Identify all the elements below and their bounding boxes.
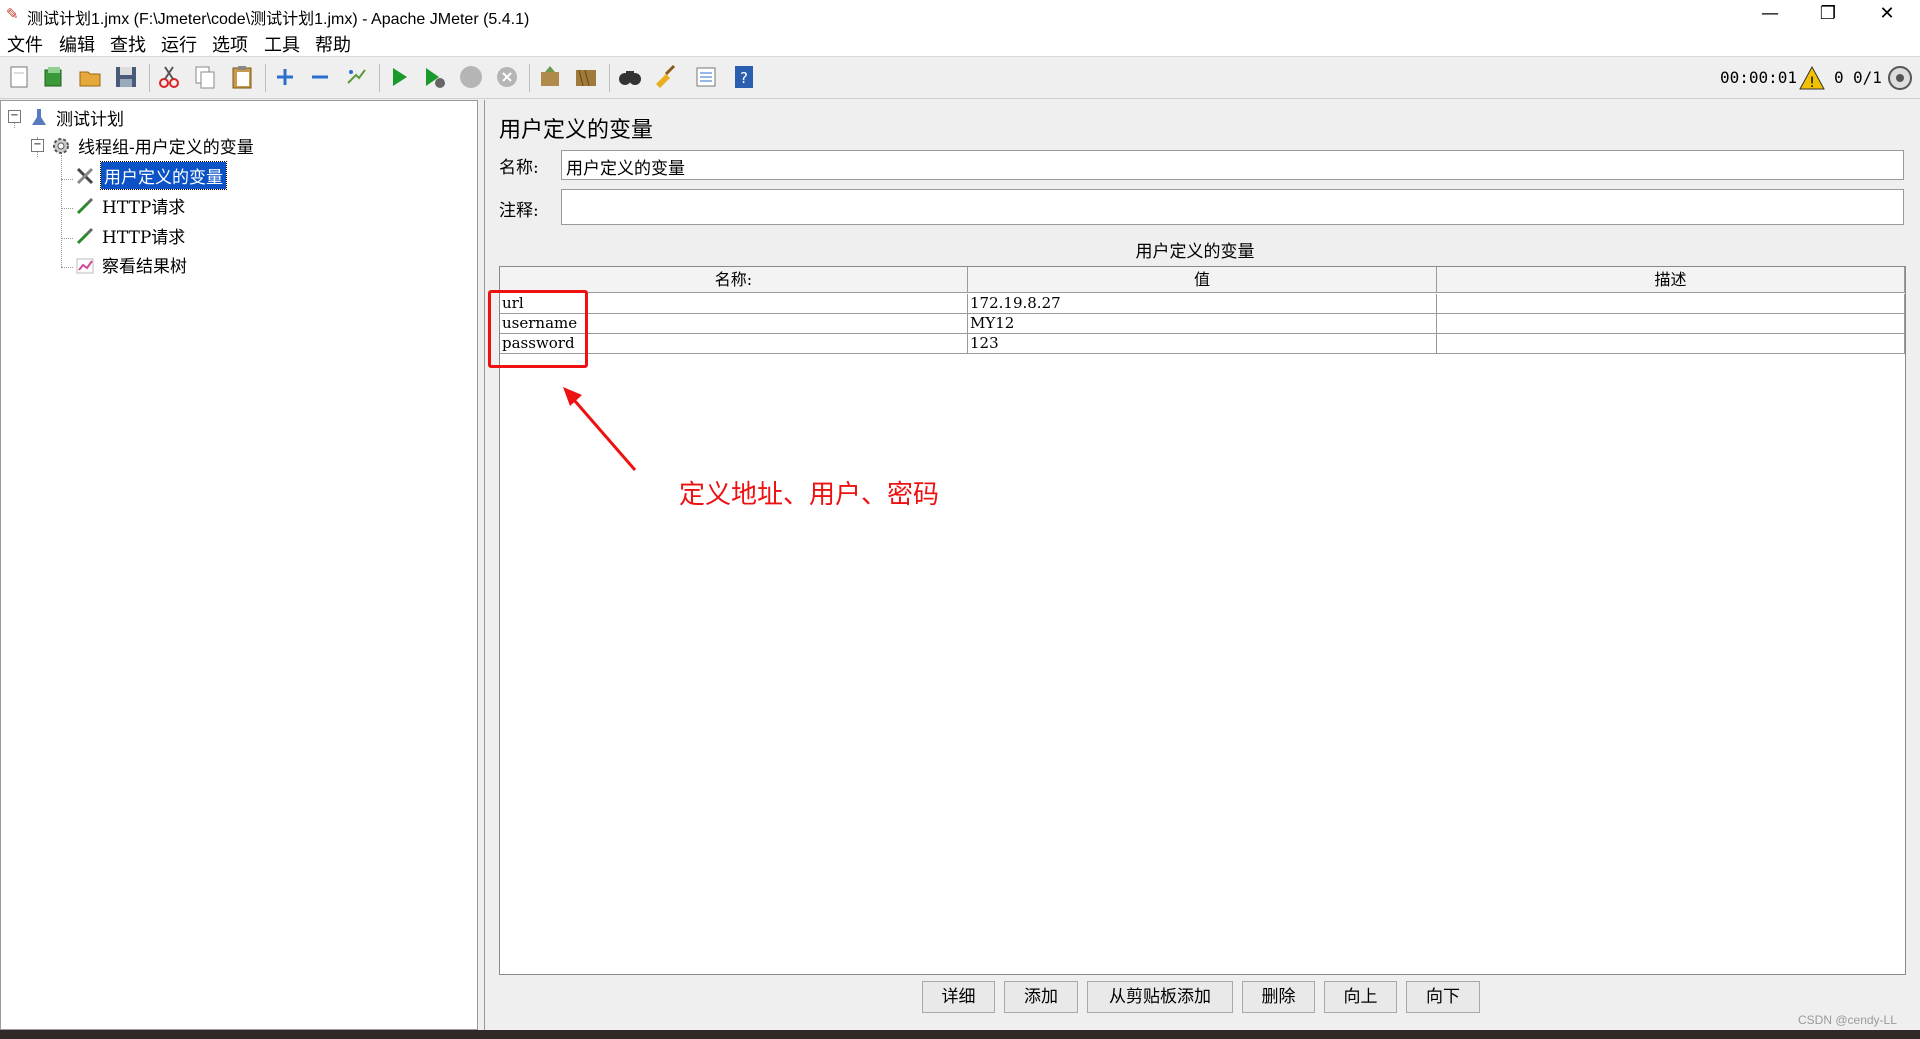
move-down-button[interactable]: 向下 bbox=[1406, 981, 1480, 1013]
variable-value-cell[interactable]: MY12 bbox=[968, 314, 1437, 333]
toolbar-separator bbox=[529, 64, 530, 92]
open-icon[interactable] bbox=[77, 64, 103, 90]
copy-icon[interactable] bbox=[192, 64, 218, 90]
toolbar: ? 00:00:01 ! 0 0/1 bbox=[0, 58, 1920, 99]
move-up-button[interactable]: 向上 bbox=[1324, 981, 1397, 1013]
annotation-highlight-box bbox=[488, 290, 588, 368]
annotation-arrow-icon bbox=[563, 387, 637, 471]
help-icon[interactable]: ? bbox=[731, 64, 757, 90]
collapse-icon[interactable] bbox=[307, 64, 333, 90]
search-icon[interactable] bbox=[617, 64, 643, 90]
variable-description-cell[interactable] bbox=[1437, 314, 1905, 333]
variable-value-cell[interactable]: 172.19.8.27 bbox=[968, 294, 1437, 313]
svg-text:?: ? bbox=[740, 69, 748, 87]
tree-node-http-request[interactable]: HTTP请求 bbox=[75, 222, 188, 248]
sampler-pipette-icon bbox=[76, 227, 94, 245]
templates-icon[interactable] bbox=[40, 64, 66, 90]
tree-node-user-defined-variables[interactable]: 用户定义的变量 bbox=[75, 161, 227, 190]
paste-icon[interactable] bbox=[229, 64, 255, 90]
taskbar-strip bbox=[0, 1030, 1920, 1039]
minimize-button[interactable]: — bbox=[1741, 0, 1799, 28]
add-button[interactable]: 添加 bbox=[1004, 981, 1078, 1013]
comment-label: 注释: bbox=[499, 201, 539, 221]
gear-icon bbox=[53, 138, 69, 154]
clear-all-icon[interactable] bbox=[573, 64, 599, 90]
collapse-toggle[interactable]: − bbox=[8, 110, 21, 123]
menu-bar: 文件 编辑 查找 运行 选项 工具 帮助 bbox=[0, 28, 1920, 57]
toolbar-separator bbox=[265, 64, 266, 92]
tree-line bbox=[61, 267, 73, 268]
variable-description-cell[interactable] bbox=[1437, 334, 1905, 353]
annotation-text: 定义地址、用户、密码 bbox=[679, 480, 940, 510]
variable-value-cell[interactable]: 123 bbox=[968, 334, 1437, 353]
svg-text:!: ! bbox=[1809, 75, 1815, 91]
delete-button[interactable]: 删除 bbox=[1242, 981, 1315, 1013]
table-row[interactable]: url 172.19.8.27 bbox=[500, 294, 1905, 314]
start-no-pauses-icon[interactable] bbox=[421, 64, 447, 90]
listener-chart-icon bbox=[76, 258, 94, 274]
tree-line bbox=[61, 208, 73, 209]
menu-search[interactable]: 查找 bbox=[110, 31, 146, 57]
variable-description-cell[interactable] bbox=[1437, 294, 1905, 313]
test-plan-icon bbox=[32, 109, 46, 125]
remote-status-icon bbox=[1888, 66, 1912, 90]
shutdown-icon[interactable] bbox=[494, 64, 520, 90]
function-helper-icon[interactable] bbox=[693, 64, 719, 90]
stop-icon[interactable] bbox=[458, 64, 484, 90]
column-header-description[interactable]: 描述 bbox=[1437, 267, 1905, 293]
tools-icon bbox=[76, 167, 94, 185]
active-threads: 0/1 bbox=[1853, 68, 1882, 87]
variables-table: 名称: 值 描述 url 172.19.8.27 username MY12 p… bbox=[499, 266, 1906, 975]
tree-line bbox=[61, 238, 73, 239]
elapsed-timer: 00:00:01 bbox=[1720, 68, 1798, 87]
restore-button[interactable]: ❐ bbox=[1799, 0, 1857, 28]
close-button[interactable]: ✕ bbox=[1858, 0, 1916, 28]
toggle-icon[interactable] bbox=[343, 64, 369, 90]
test-plan-tree: − 测试计划 − 线程组-用户定义的变量 用户定义的变量 HTTP请求 HTTP… bbox=[0, 100, 478, 1030]
window-title: 测试计划1.jmx (F:\Jmeter\code\测试计划1.jmx) - A… bbox=[27, 11, 530, 28]
menu-help[interactable]: 帮助 bbox=[315, 31, 351, 57]
user-defined-variables-panel: 用户定义的变量 名称: 用户定义的变量 注释: 用户定义的变量 名称: 值 描述… bbox=[484, 100, 1906, 1030]
table-row[interactable]: password 123 bbox=[500, 334, 1905, 354]
tree-line bbox=[61, 155, 62, 267]
cut-icon[interactable] bbox=[156, 64, 182, 90]
warning-icon[interactable]: ! bbox=[1799, 65, 1825, 91]
collapse-toggle[interactable]: − bbox=[31, 139, 44, 152]
reset-search-icon[interactable] bbox=[652, 64, 678, 90]
toolbar-separator bbox=[149, 64, 150, 92]
tree-node-http-request[interactable]: HTTP请求 bbox=[75, 192, 188, 218]
tree-node-view-results-tree[interactable]: 察看结果树 bbox=[75, 251, 190, 277]
menu-edit[interactable]: 编辑 bbox=[59, 31, 95, 57]
menu-options[interactable]: 选项 bbox=[212, 31, 248, 57]
expand-icon[interactable] bbox=[272, 64, 298, 90]
toolbar-separator bbox=[379, 64, 380, 92]
name-field[interactable]: 用户定义的变量 bbox=[561, 150, 1904, 180]
sampler-pipette-icon bbox=[76, 197, 94, 215]
menu-run[interactable]: 运行 bbox=[161, 31, 197, 57]
add-from-clipboard-button[interactable]: 从剪贴板添加 bbox=[1087, 981, 1233, 1013]
comment-field[interactable] bbox=[561, 189, 1904, 225]
title-bar: ✎ 测试计划1.jmx (F:\Jmeter\code\测试计划1.jmx) -… bbox=[0, 0, 1920, 28]
tree-line bbox=[61, 179, 73, 180]
warning-count: 0 bbox=[1834, 68, 1844, 87]
tree-node-test-plan[interactable]: 测试计划 bbox=[29, 104, 127, 130]
toolbar-separator bbox=[609, 64, 610, 92]
table-caption: 用户定义的变量 bbox=[1135, 242, 1255, 262]
new-icon[interactable] bbox=[6, 64, 32, 90]
tree-node-thread-group[interactable]: 线程组-用户定义的变量 bbox=[51, 132, 257, 158]
jmeter-feather-icon: ✎ bbox=[6, 5, 19, 23]
name-label: 名称: bbox=[499, 158, 539, 178]
table-row[interactable]: username MY12 bbox=[500, 314, 1905, 334]
menu-tools[interactable]: 工具 bbox=[264, 31, 300, 57]
save-icon[interactable] bbox=[113, 64, 139, 90]
watermark: CSDN @cendy-LL bbox=[1798, 1013, 1897, 1027]
menu-file[interactable]: 文件 bbox=[7, 31, 43, 57]
clear-icon[interactable] bbox=[537, 64, 563, 90]
column-header-value[interactable]: 值 bbox=[968, 267, 1437, 293]
start-icon[interactable] bbox=[386, 64, 412, 90]
panel-title: 用户定义的变量 bbox=[499, 118, 654, 143]
detail-button[interactable]: 详细 bbox=[922, 981, 995, 1013]
